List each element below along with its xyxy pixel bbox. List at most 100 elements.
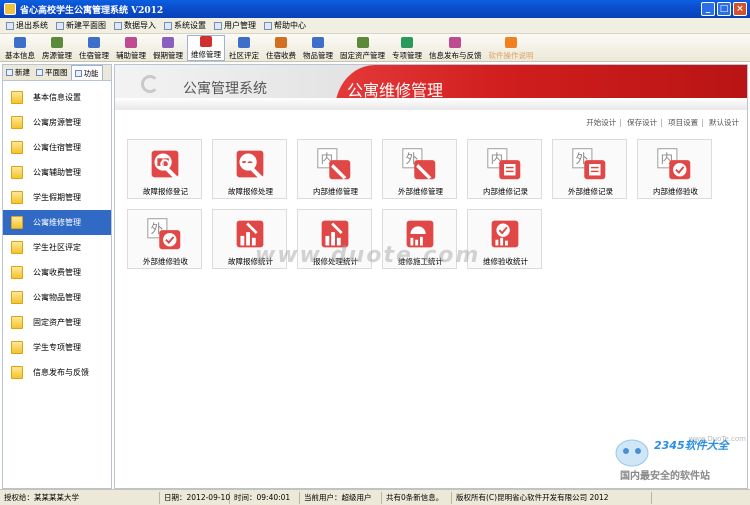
toolbar-button-11[interactable]: 信息发布与反馈 [426,35,485,61]
link-save-design[interactable]: 保存设计 [627,118,657,127]
sidebar-item-label: 公寓房源管理 [33,118,81,127]
sidebar-item-label: 公寓收费管理 [33,268,81,277]
toolbar-label: 专项管理 [392,51,422,60]
left-panel-tabs: 新建 平面图 功能 [3,65,111,81]
link-project-settings[interactable]: 项目设置 [668,118,698,127]
folder-icon [11,141,23,154]
toolbar-module-icon [162,37,174,48]
toolbar-module-icon [275,37,287,48]
sidebar-item[interactable]: 学生社区评定 [3,235,111,260]
function-tile[interactable]: 故障报修处理 [212,139,287,199]
tab-functions[interactable]: 功能 [70,65,103,80]
menu-import[interactable]: 数据导入 [114,20,156,31]
toolbar-button-9[interactable]: 固定资产管理 [337,35,388,61]
toolbar-button-3[interactable]: 辅助管理 [113,35,149,61]
toolbar-button-5[interactable]: 维修管理 [187,35,225,61]
toolbar-button-10[interactable]: 专项管理 [389,35,425,61]
toolbar-button-0[interactable]: 基本信息 [2,35,38,61]
sidebar-item[interactable]: 公寓收费管理 [3,260,111,285]
floorplan-icon [36,69,43,76]
maximize-button[interactable]: □ [717,2,731,16]
toolbar-button-12[interactable]: 软件操作说明 [486,35,537,61]
maintenance-icon: 外 [569,146,611,182]
toolbar-button-7[interactable]: 住宿收费 [263,35,299,61]
toolbar-module-icon [51,37,63,48]
toolbar-label: 假期管理 [153,51,183,60]
sidebar-item-label: 学生假期管理 [33,193,81,202]
folder-icon [11,241,23,254]
toolbar-button-2[interactable]: 住宿管理 [76,35,112,61]
status-bar: 授权给：某某某某大学 日期：2012-09-10 时间：09:40:01 当前用户：超… [0,489,750,505]
link-start-design[interactable]: 开始设计 [586,118,616,127]
toolbar-module-icon [356,37,369,48]
menu-help[interactable]: 帮助中心 [264,20,306,31]
maintenance-icon: 内 [484,146,526,182]
function-list: 基本信息设置公寓房源管理 公寓住宿管理 公寓辅助管理 学生假期管理公寓维修管理 学生社区… [3,81,111,385]
toolbar-button-6[interactable]: 社区评定 [226,35,262,61]
toolbar-module-icon [401,37,413,48]
sidebar-item-label: 公寓物品管理 [33,293,81,302]
tile-label: 内部维修记录 [483,187,528,196]
function-tile[interactable]: 外外部维修管理 [382,139,457,199]
minimize-button[interactable]: _ [701,2,715,16]
sidebar-item-label: 信息发布与反馈 [33,368,89,377]
toolbar-module-icon [449,37,462,48]
help-icon [264,21,272,30]
toolbar-module-icon [505,37,517,48]
function-tile[interactable]: 内内部维修验收 [637,139,712,199]
sidebar-item[interactable]: 公寓房源管理 [3,110,111,135]
tab-floorplan[interactable]: 平面图 [33,65,71,80]
sidebar-item-label: 公寓辅助管理 [33,168,81,177]
tile-label: 内部维修验收 [653,187,698,196]
tab-new[interactable]: 新建 [3,65,33,80]
folder-icon [11,116,23,129]
folder-icon [11,166,23,179]
settings-icon [164,21,172,30]
title-bar: 省心高校学生公寓管理系统 V2012 _ □ × [0,0,750,18]
brand-name: 2345软件大全 [654,439,729,452]
status-cell: 时间：09:40:01 [230,491,300,504]
function-tile[interactable]: 内内部维修管理 [297,139,372,199]
import-icon [114,21,122,30]
close-button[interactable]: × [733,2,747,16]
toolbar-module-icon [88,37,100,48]
maintenance-icon [144,146,186,182]
link-default-design[interactable]: 默认设计 [709,118,739,127]
toolbar-button-1[interactable]: 房源管理 [39,35,75,61]
toolbar-module-icon [125,37,137,48]
sidebar-item[interactable]: 信息发布与反馈 [3,360,111,385]
toolbar-label: 住宿收费 [266,51,296,60]
toolbar-button-4[interactable]: 假期管理 [150,35,186,61]
sidebar-item-label: 公寓住宿管理 [33,143,81,152]
sidebar-item[interactable]: 公寓物品管理 [3,285,111,310]
design-links: 开始设计 | 保存设计 | 项目设置 | 默认设计 [586,118,739,127]
menu-settings[interactable]: 系统设置 [164,20,206,31]
folder-icon [11,341,23,354]
sidebar-item[interactable]: 学生专项管理 [3,335,111,360]
sidebar-item[interactable]: 公寓辅助管理 [3,160,111,185]
brand-watermark: www.DuoTe.com 2345软件大全 国内最安全的软件站 [608,435,747,485]
function-tile[interactable]: 外外部维修记录 [552,139,627,199]
toolbar: 基本信息 房源管理 住宿管理 辅助管理 假期管理 维修管理 社区评定 住宿收费 物品管理 固定资产… [0,34,750,62]
tile-label: 外部维修验收 [143,257,188,266]
menu-new-floorplan[interactable]: 新建平面图 [56,20,106,31]
new-icon [6,69,13,76]
maintenance-icon [229,146,271,182]
menu-exit[interactable]: 退出系统 [6,20,48,31]
function-tile[interactable]: 故障报修登记 [127,139,202,199]
sidebar-item[interactable]: 学生假期管理 [3,185,111,210]
function-tile[interactable]: 内内部维修记录 [467,139,542,199]
tile-label: 故障报修处理 [228,187,273,196]
sidebar-item[interactable]: 固定资产管理 [3,310,111,335]
sidebar-item-label: 学生专项管理 [33,343,81,352]
menu-users[interactable]: 用户管理 [214,20,256,31]
app-icon [4,3,16,15]
toolbar-button-8[interactable]: 物品管理 [300,35,336,61]
toolbar-label: 信息发布与反馈 [429,51,482,60]
toolbar-module-icon [200,36,212,47]
sidebar-item[interactable]: 公寓住宿管理 [3,135,111,160]
sidebar-item[interactable]: 公寓维修管理 [3,210,111,235]
sidebar-item[interactable]: 基本信息设置 [3,85,111,110]
function-tile[interactable]: 外外部维修验收 [127,209,202,269]
main-panel: 公寓管理系统 公寓维修管理 开始设计 | 保存设计 | 项目设置 | 默认设计 故障报… [114,64,748,489]
